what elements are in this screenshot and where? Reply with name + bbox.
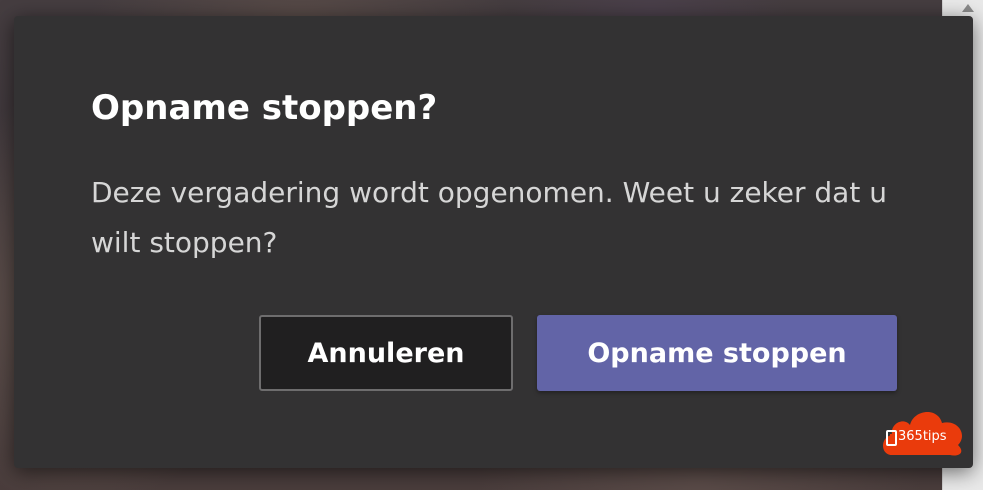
- watermark-text: 365tips: [898, 429, 947, 444]
- dialog-title: Opname stoppen?: [91, 88, 438, 128]
- stop-recording-dialog: Opname stoppen? Deze vergadering wordt o…: [14, 16, 973, 468]
- dialog-message: Deze vergadering wordt opgenomen. Weet u…: [91, 176, 887, 259]
- cancel-button[interactable]: Annuleren: [259, 315, 513, 391]
- stop-recording-button[interactable]: Opname stoppen: [537, 315, 897, 391]
- scroll-up-arrow-icon[interactable]: [962, 4, 974, 12]
- 365tips-watermark: 365tips: [878, 401, 968, 457]
